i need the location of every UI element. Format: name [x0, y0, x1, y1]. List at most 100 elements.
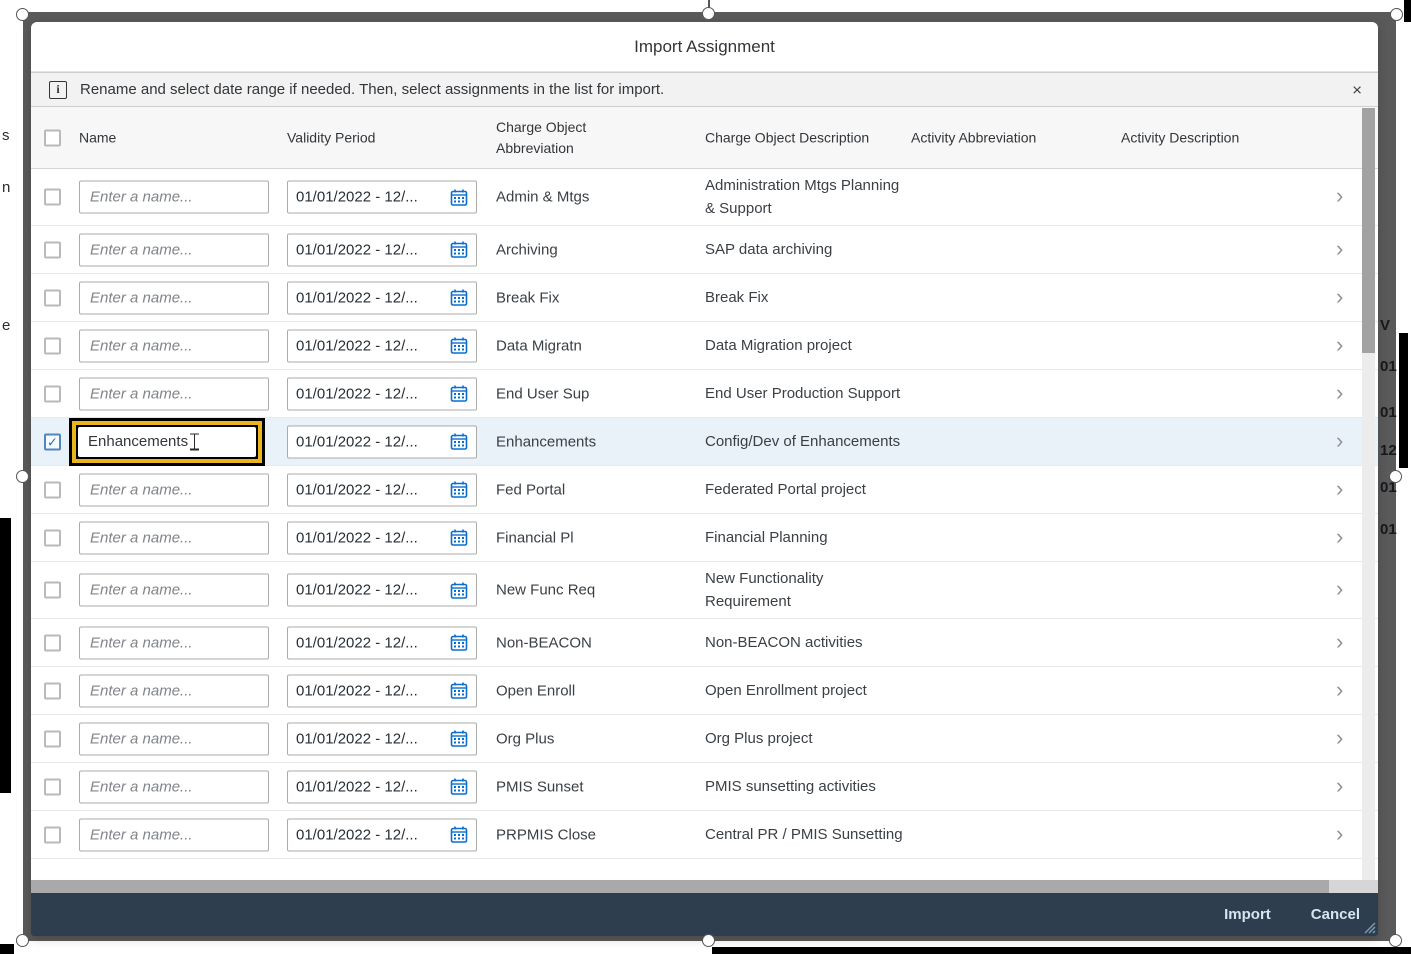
calendar-icon[interactable] [450, 289, 468, 307]
chevron-right-icon[interactable]: › [1336, 772, 1343, 798]
name-input[interactable] [79, 818, 269, 851]
chevron-right-icon[interactable]: › [1336, 820, 1343, 846]
row-checkbox[interactable] [44, 682, 61, 699]
chevron-right-icon[interactable]: › [1336, 331, 1343, 357]
row-checkbox[interactable] [44, 189, 61, 206]
validity-period-field[interactable]: 01/01/2022 - 12/... [287, 722, 477, 755]
row-checkbox[interactable] [44, 337, 61, 354]
validity-period-field[interactable]: 01/01/2022 - 12/... [287, 233, 477, 266]
validity-period-field[interactable]: 01/01/2022 - 12/... [287, 377, 477, 410]
cancel-button[interactable]: Cancel [1311, 906, 1360, 923]
chevron-right-icon[interactable]: › [1336, 183, 1343, 209]
selection-handle[interactable] [702, 7, 715, 20]
select-all-checkbox[interactable] [44, 129, 61, 146]
chevron-right-icon[interactable]: › [1336, 379, 1343, 405]
selection-handle[interactable] [1389, 470, 1402, 483]
row-checkbox[interactable] [44, 529, 61, 546]
row-checkbox[interactable] [44, 385, 61, 402]
row-checkbox[interactable] [44, 730, 61, 747]
selection-handle[interactable] [16, 934, 29, 947]
chevron-right-icon[interactable]: › [1336, 628, 1343, 654]
table-row[interactable]: 01/01/2022 - 12/... Non-BEACON Non-BEACO… [31, 619, 1378, 667]
name-input[interactable] [79, 626, 269, 659]
calendar-icon[interactable] [450, 385, 468, 403]
validity-period-field[interactable]: 01/01/2022 - 12/... [287, 818, 477, 851]
row-checkbox[interactable]: ✓ [44, 433, 61, 450]
row-checkbox[interactable] [44, 241, 61, 258]
close-icon[interactable]: × [1352, 81, 1362, 98]
calendar-icon[interactable] [450, 826, 468, 844]
selection-handle[interactable] [702, 934, 715, 947]
calendar-icon[interactable] [450, 241, 468, 259]
chevron-right-icon[interactable]: › [1336, 283, 1343, 309]
table-row[interactable]: 01/01/2022 - 12/... Open Enroll Open Enr… [31, 667, 1378, 715]
calendar-icon[interactable] [450, 778, 468, 796]
import-button[interactable]: Import [1224, 906, 1271, 923]
table-row[interactable]: 01/01/2022 - 12/... New Func Req New Fun… [31, 562, 1378, 619]
name-input[interactable] [79, 770, 269, 803]
table-row[interactable]: 01/01/2022 - 12/... End User Sup End Use… [31, 370, 1378, 418]
row-checkbox[interactable] [44, 634, 61, 651]
name-input[interactable] [79, 329, 269, 362]
selection-handle[interactable] [16, 470, 29, 483]
calendar-icon[interactable] [450, 433, 468, 451]
vertical-scrollbar-thumb[interactable] [1362, 108, 1375, 353]
calendar-icon[interactable] [450, 581, 468, 599]
calendar-icon[interactable] [450, 682, 468, 700]
row-checkbox[interactable] [44, 826, 61, 843]
chevron-right-icon[interactable]: › [1336, 235, 1343, 261]
table-row[interactable]: 01/01/2022 - 12/... Data Migratn Data Mi… [31, 322, 1378, 370]
name-input[interactable] [79, 281, 269, 314]
row-checkbox[interactable] [44, 289, 61, 306]
validity-period-field[interactable]: 01/01/2022 - 12/... [287, 770, 477, 803]
horizontal-scrollbar-thumb[interactable] [31, 880, 1329, 893]
calendar-icon[interactable] [450, 730, 468, 748]
chevron-right-icon[interactable]: › [1336, 724, 1343, 750]
calendar-icon[interactable] [450, 634, 468, 652]
calendar-icon[interactable] [450, 529, 468, 547]
validity-period-field[interactable]: 01/01/2022 - 12/... [287, 626, 477, 659]
resize-grip-icon[interactable] [1363, 921, 1376, 934]
calendar-icon[interactable] [450, 481, 468, 499]
validity-period-field[interactable]: 01/01/2022 - 12/... [287, 674, 477, 707]
calendar-icon[interactable] [450, 337, 468, 355]
name-input[interactable] [79, 521, 269, 554]
validity-period-field[interactable]: 01/01/2022 - 12/... [287, 281, 477, 314]
vertical-scrollbar[interactable] [1362, 108, 1375, 880]
table-row[interactable]: 01/01/2022 - 12/... Fed Portal Federated… [31, 466, 1378, 514]
name-input[interactable] [79, 722, 269, 755]
validity-period-field[interactable]: 01/01/2022 - 12/... [287, 329, 477, 362]
calendar-icon[interactable] [450, 188, 468, 206]
name-input[interactable] [79, 473, 269, 506]
chevron-right-icon[interactable]: › [1336, 475, 1343, 501]
row-checkbox[interactable] [44, 582, 61, 599]
table-row[interactable]: 01/01/2022 - 12/... Org Plus Org Plus pr… [31, 715, 1378, 763]
validity-period-field[interactable]: 01/01/2022 - 12/... [287, 521, 477, 554]
name-input[interactable] [79, 674, 269, 707]
chevron-right-icon[interactable]: › [1336, 576, 1343, 602]
selection-handle[interactable] [1390, 8, 1403, 21]
name-input[interactable] [78, 427, 256, 457]
table-row[interactable]: 01/01/2022 - 12/... PMIS Sunset PMIS sun… [31, 763, 1378, 811]
name-input[interactable] [79, 574, 269, 607]
name-input[interactable] [79, 377, 269, 410]
table-row[interactable]: 01/01/2022 - 12/... PRPMIS Close Central… [31, 811, 1378, 859]
row-checkbox[interactable] [44, 481, 61, 498]
table-row[interactable]: 01/01/2022 - 12/... Admin & Mtgs Adminis… [31, 169, 1378, 226]
chevron-right-icon[interactable]: › [1336, 523, 1343, 549]
table-row[interactable]: ✓ 01/01/2022 - 12/... Enhancements Confi… [31, 418, 1378, 466]
horizontal-scrollbar[interactable] [31, 880, 1378, 893]
chevron-right-icon[interactable]: › [1336, 427, 1343, 453]
name-input[interactable] [79, 233, 269, 266]
selection-handle[interactable] [1389, 934, 1402, 947]
selection-handle[interactable] [16, 8, 29, 21]
name-input[interactable] [79, 181, 269, 214]
validity-period-field[interactable]: 01/01/2022 - 12/... [287, 473, 477, 506]
chevron-right-icon[interactable]: › [1336, 676, 1343, 702]
validity-period-field[interactable]: 01/01/2022 - 12/... [287, 574, 477, 607]
table-row[interactable]: 01/01/2022 - 12/... Break Fix Break Fix … [31, 274, 1378, 322]
row-checkbox[interactable] [44, 778, 61, 795]
validity-period-field[interactable]: 01/01/2022 - 12/... [287, 181, 477, 214]
validity-period-field[interactable]: 01/01/2022 - 12/... [287, 425, 477, 458]
table-row[interactable]: 01/01/2022 - 12/... Archiving SAP data a… [31, 226, 1378, 274]
